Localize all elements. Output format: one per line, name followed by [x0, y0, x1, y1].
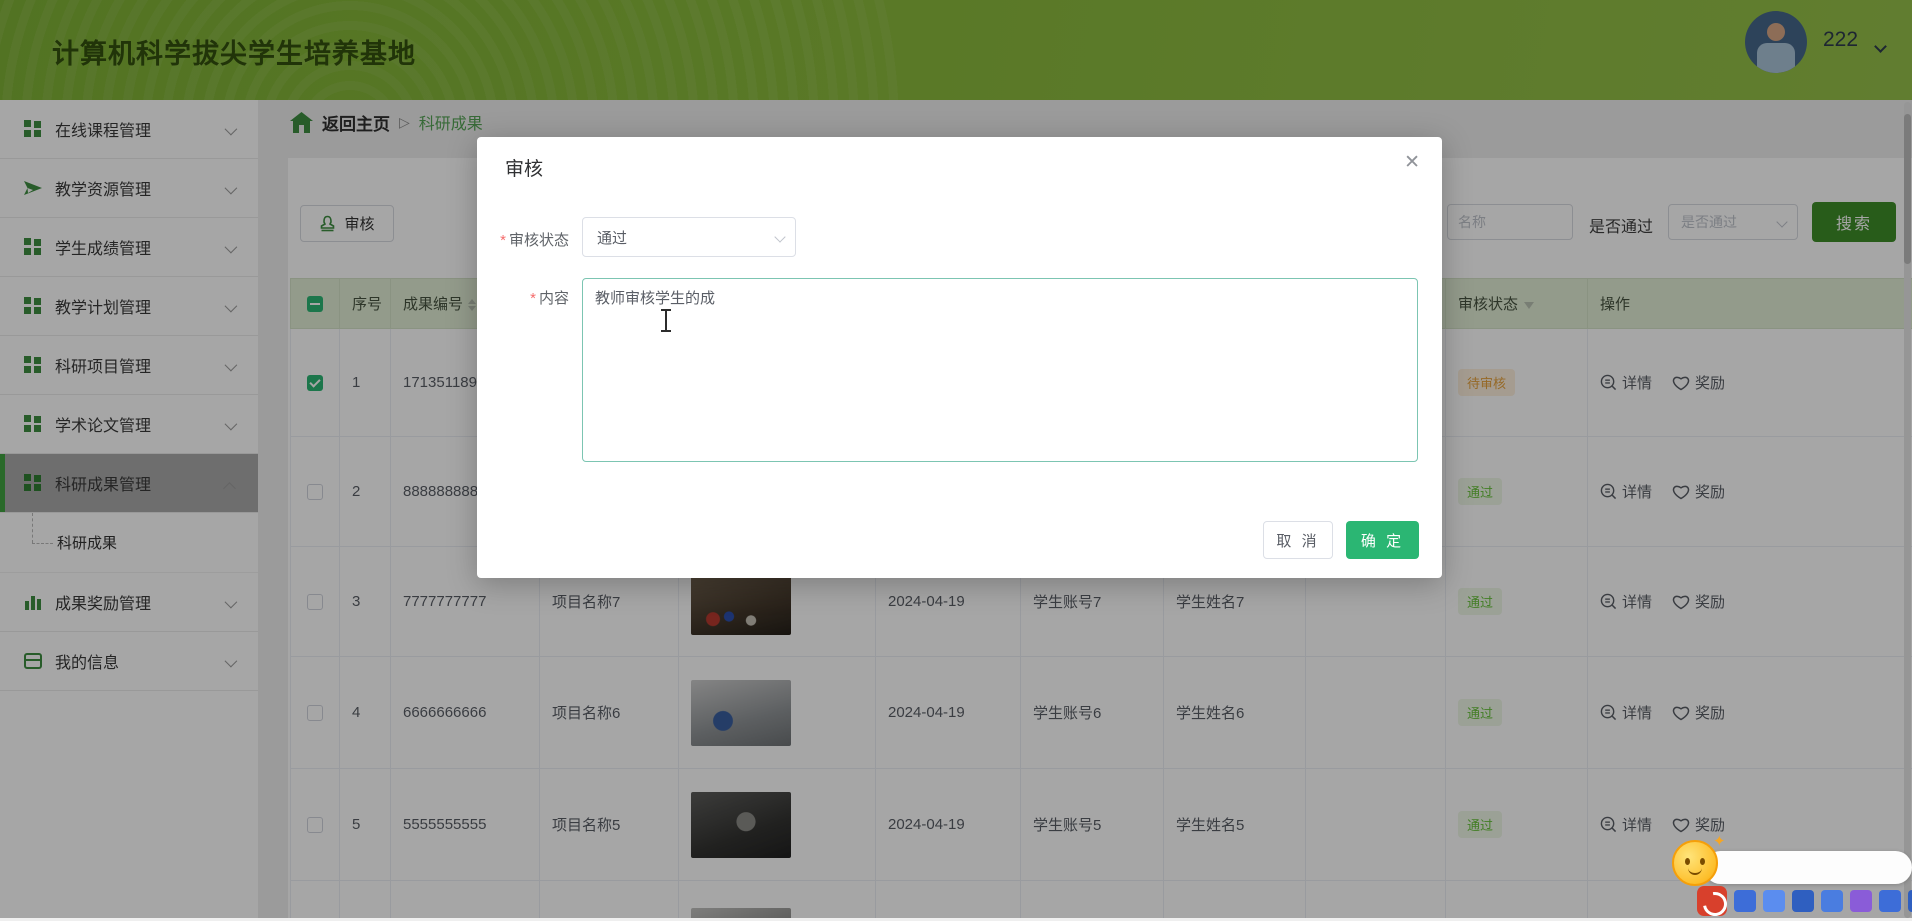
- text-cursor: [665, 309, 667, 332]
- modal-title: 审核: [505, 154, 543, 181]
- review-status-label: *审核状态: [489, 229, 569, 250]
- assistant-pill: [1704, 851, 1912, 884]
- confirm-button[interactable]: 确 定: [1346, 521, 1419, 559]
- cancel-button[interactable]: 取 消: [1263, 521, 1333, 559]
- close-icon[interactable]: ✕: [1404, 151, 1420, 174]
- watermark-taskbar: [1697, 886, 1912, 916]
- watermark-app-icon: [1879, 890, 1901, 912]
- emoji-eye: [1700, 858, 1705, 865]
- watermark-app-icon: [1908, 890, 1912, 912]
- sparkle-icon: ✦: [1713, 832, 1726, 850]
- required-marker: *: [530, 290, 536, 307]
- required-marker: *: [500, 232, 506, 249]
- watermark-app-icon: [1763, 890, 1785, 912]
- watermark-app-icon: [1850, 890, 1872, 912]
- emoji-eye: [1685, 858, 1690, 865]
- review-status-select[interactable]: 通过: [582, 217, 796, 257]
- review-status-value: 通过: [597, 227, 627, 248]
- watermark-app-icon: [1821, 890, 1843, 912]
- assistant-emoji-icon[interactable]: [1672, 840, 1718, 886]
- review-content-textarea[interactable]: 教师审核学生的成: [582, 278, 1418, 462]
- review-modal: 审核 ✕ *审核状态 通过 *内容 教师审核学生的成 取 消 确 定: [477, 137, 1442, 578]
- watermark-app-icon: [1734, 890, 1756, 912]
- chevron-down-icon: [774, 231, 785, 242]
- watermark-app-icon: [1792, 890, 1814, 912]
- emoji-mouth: [1688, 868, 1702, 875]
- content-label: *内容: [489, 287, 569, 308]
- watermark-app-icon: [1697, 886, 1727, 916]
